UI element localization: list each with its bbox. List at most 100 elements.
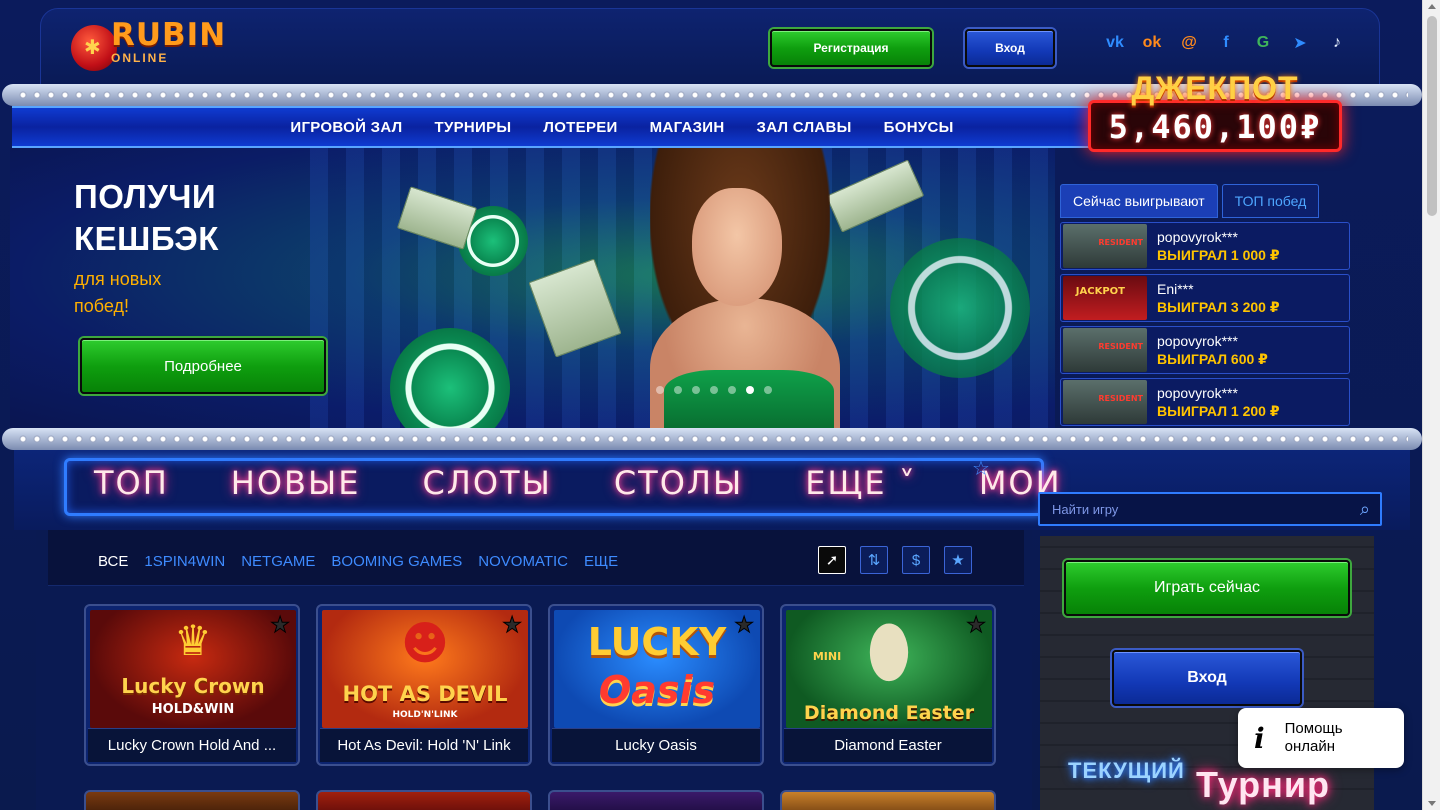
tiktok-icon[interactable]: ♪	[1325, 31, 1349, 55]
vertical-scrollbar[interactable]	[1422, 0, 1440, 810]
favorite-star-icon[interactable]: ★	[966, 612, 987, 638]
game-card[interactable]: ☻ HOT AS DEVIL HOLD'N'LINK ★ Hot As Devi…	[316, 604, 532, 766]
game-card[interactable]: Lucky Crown HOLD&WIN ♛ ★ Lucky Crown Hol…	[84, 604, 300, 766]
vk-icon[interactable]: vk	[1103, 31, 1127, 55]
scrollbar-thumb[interactable]	[1427, 16, 1437, 216]
online-help-widget[interactable]: i Помощь онлайн	[1238, 708, 1404, 768]
devil-icon: ☻	[401, 616, 449, 670]
game-name: Lucky Oasis	[552, 728, 760, 762]
game-art-title: Diamond Easter	[803, 702, 975, 724]
filter-netgame[interactable]: NETGAME	[241, 553, 315, 570]
scroll-down-icon[interactable]	[1428, 801, 1436, 806]
banner-title-line2: КЕШБЭК	[74, 220, 219, 257]
cursor-sort-icon[interactable]: ➚	[818, 546, 846, 574]
filter-booming-games[interactable]: BOOMING GAMES	[331, 553, 462, 570]
carousel-dot[interactable]	[674, 386, 682, 394]
game-card[interactable]	[548, 790, 764, 810]
logo-text: RUBIN	[111, 17, 227, 53]
tab-winning-now[interactable]: Сейчас выигрывают	[1060, 184, 1218, 218]
winner-amount: ВЫИГРАЛ 1 000 ₽	[1157, 247, 1280, 263]
alphabet-sort-icon[interactable]: ⇅	[860, 546, 888, 574]
game-art-title: HOT AS DEVIL	[342, 682, 508, 706]
category-tables[interactable]: СТОЛЫ	[614, 464, 743, 502]
carousel-dot[interactable]	[710, 386, 718, 394]
carousel-dot[interactable]	[728, 386, 736, 394]
nav-item-shop[interactable]: МАГАЗИН	[650, 119, 725, 136]
winner-row[interactable]: RESIDENT popovyrok*** ВЫИГРАЛ 1 000 ₽	[1060, 222, 1350, 270]
category-new[interactable]: НОВЫЕ	[231, 464, 361, 502]
nav-item-hall-of-fame[interactable]: ЗАЛ СЛАВЫ	[757, 119, 852, 136]
provider-filters: ВСЕ 1SPIN4WIN NETGAME BOOMING GAMES NOVO…	[48, 530, 1024, 586]
lights-divider	[2, 428, 1422, 450]
nav-item-lotteries[interactable]: ЛОТЕРЕИ	[543, 119, 617, 136]
nav-item-bonuses[interactable]: БОНУСЫ	[884, 119, 954, 136]
crown-icon: ♛	[174, 616, 212, 665]
tournament-label-line1: ТЕКУЩИЙ	[1068, 758, 1185, 783]
game-card[interactable]	[316, 790, 532, 810]
game-thumbnail: RESIDENT	[1063, 380, 1147, 424]
carousel-dots	[656, 386, 772, 394]
social-links: vk ok @ f G ➤ ♪	[1103, 31, 1349, 55]
nav-item-game-hall[interactable]: ИГРОВОЙ ЗАЛ	[290, 119, 402, 136]
side-login-button[interactable]: Вход	[1112, 650, 1302, 706]
game-name: Lucky Crown Hold And ...	[88, 728, 296, 762]
favorite-star-icon[interactable]: ★	[734, 612, 755, 638]
thumbnail-tag: RESIDENT	[1098, 238, 1143, 247]
odnoklassniki-icon[interactable]: ok	[1140, 31, 1164, 55]
games-grid: Lucky Crown HOLD&WIN ♛ ★ Lucky Crown Hol…	[84, 604, 996, 766]
tab-top-wins[interactable]: ТОП побед	[1221, 184, 1320, 218]
search-box: ⌕	[1038, 492, 1382, 526]
google-icon[interactable]: G	[1251, 31, 1275, 55]
filter-all[interactable]: ВСЕ	[98, 553, 128, 570]
nav-item-tournaments[interactable]: ТУРНИРЫ	[434, 119, 511, 136]
side-panel: Играть сейчас Вход ТЕКУЩИЙ Турнир	[1040, 536, 1374, 810]
favorite-star-icon[interactable]: ★	[270, 612, 291, 638]
info-icon: i	[1254, 721, 1265, 755]
game-thumbnail: ☻ HOT AS DEVIL HOLD'N'LINK	[322, 610, 528, 728]
carousel-dot[interactable]	[746, 386, 754, 394]
games-grid-row2	[84, 790, 996, 810]
logo[interactable]: ✱ RUBIN ONLINE	[67, 15, 227, 75]
login-button[interactable]: Вход	[965, 29, 1055, 67]
winner-row[interactable]: RESIDENT popovyrok*** ВЫИГРАЛ 1 200 ₽	[1060, 378, 1350, 426]
promo-banner[interactable]: ПОЛУЧИ КЕШБЭК для новых побед! Подробнее	[10, 148, 1055, 430]
dollar-sort-icon[interactable]: $	[902, 546, 930, 574]
favorite-star-icon[interactable]: ★	[502, 612, 523, 638]
game-card[interactable]: ⬮ MINI Diamond Easter ★ Diamond Easter	[780, 604, 996, 766]
facebook-icon[interactable]: f	[1214, 31, 1238, 55]
game-card[interactable]	[780, 790, 996, 810]
search-icon[interactable]: ⌕	[1360, 499, 1370, 520]
carousel-dot[interactable]	[692, 386, 700, 394]
mail-icon[interactable]: @	[1177, 31, 1201, 55]
category-more[interactable]: ЕЩЕ ˅	[805, 464, 917, 502]
game-card[interactable]: LUCKY Oasis ★ Lucky Oasis	[548, 604, 764, 766]
main-nav: ИГРОВОЙ ЗАЛ ТУРНИРЫ ЛОТЕРЕИ МАГАЗИН ЗАЛ …	[12, 106, 1112, 148]
winners-list: RESIDENT popovyrok*** ВЫИГРАЛ 1 000 ₽ JA…	[1060, 222, 1350, 426]
game-art-badge: MINI	[812, 650, 842, 663]
telegram-icon[interactable]: ➤	[1288, 31, 1312, 55]
tournament-label-line2: Турнир	[1196, 764, 1331, 805]
banner-subtitle-line2: побед!	[74, 296, 129, 316]
game-name: Diamond Easter	[784, 728, 992, 762]
filter-novomatic[interactable]: NOVOMATIC	[478, 553, 568, 570]
filter-more[interactable]: ЕЩЕ	[584, 553, 618, 570]
favorite-sort-icon[interactable]: ★	[944, 546, 972, 574]
category-tabs: ТОП НОВЫЕ СЛОТЫ СТОЛЫ ЕЩЕ ˅ МОИ	[94, 464, 1062, 502]
category-slots[interactable]: СЛОТЫ	[422, 464, 551, 502]
play-now-button[interactable]: Играть сейчас	[1064, 560, 1350, 616]
more-details-button[interactable]: Подробнее	[80, 338, 326, 394]
game-name: Hot As Devil: Hold 'N' Link	[320, 728, 528, 762]
category-top[interactable]: ТОП	[94, 464, 169, 502]
winner-amount: ВЫИГРАЛ 600 ₽	[1157, 351, 1268, 367]
scroll-up-icon[interactable]	[1428, 4, 1436, 9]
winners-panel: Сейчас выигрывают ТОП побед RESIDENT pop…	[1060, 184, 1350, 430]
game-card[interactable]	[84, 790, 300, 810]
winner-row[interactable]: JACKPOT Eni*** ВЫИГРАЛ 3 200 ₽	[1060, 274, 1350, 322]
snowflake-icon: ✱	[84, 37, 101, 59]
carousel-dot[interactable]	[764, 386, 772, 394]
winner-row[interactable]: RESIDENT popovyrok*** ВЫИГРАЛ 600 ₽	[1060, 326, 1350, 374]
register-button[interactable]: Регистрация	[770, 29, 932, 67]
carousel-dot[interactable]	[656, 386, 664, 394]
filter-1spin4win[interactable]: 1SPIN4WIN	[144, 553, 225, 570]
search-input[interactable]	[1052, 501, 1342, 517]
